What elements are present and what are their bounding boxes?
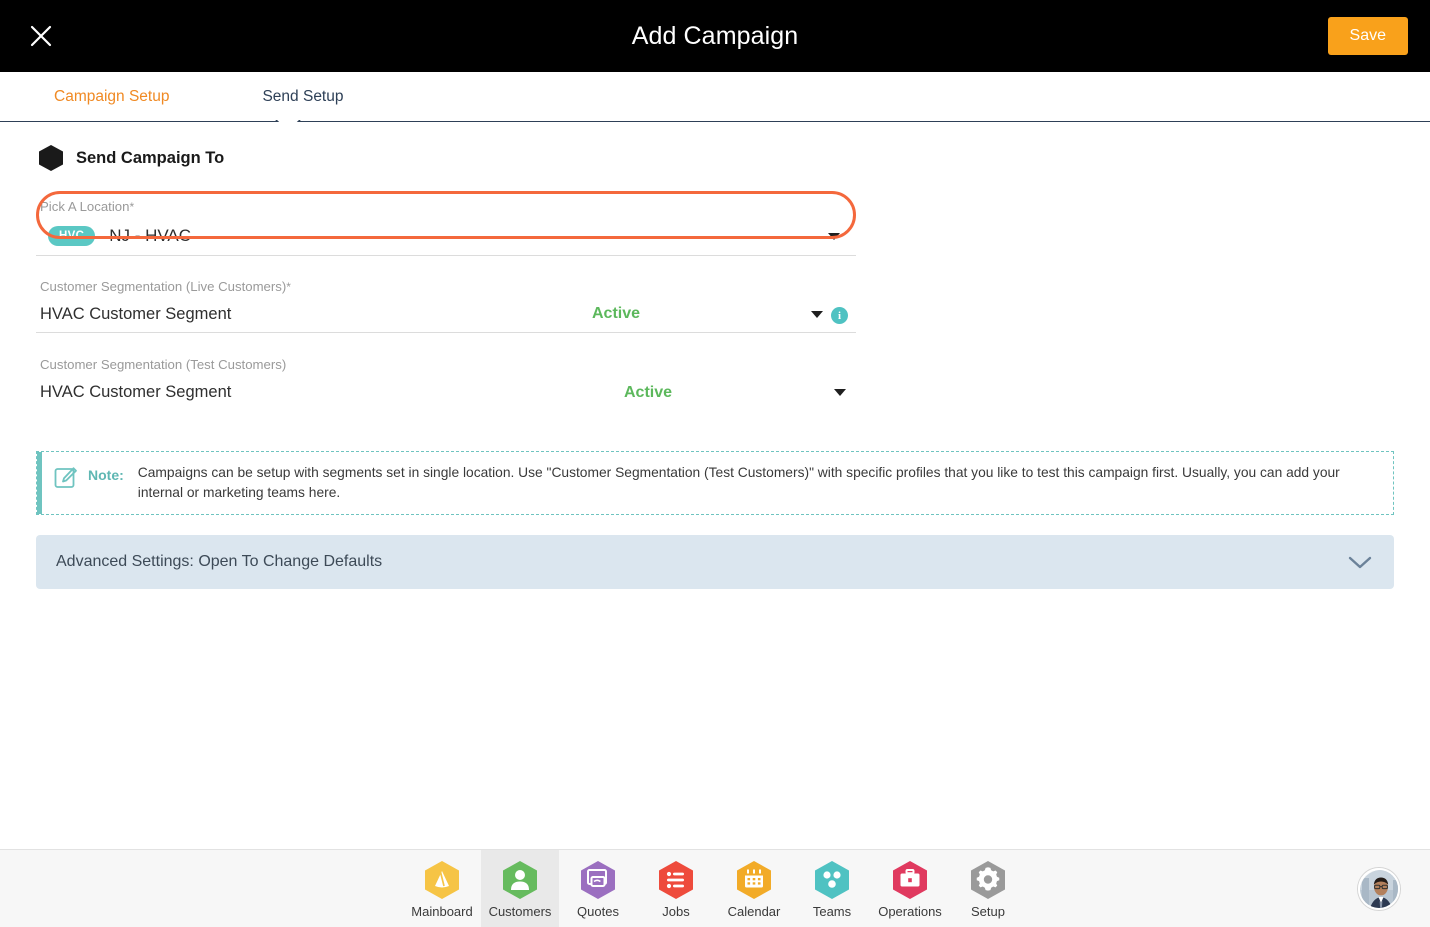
note-text: Campaigns can be setup with segments set… [137, 465, 1340, 500]
tab-send-setup[interactable]: Send Setup [258, 88, 347, 106]
live-segmentation-select[interactable]: HVAC Customer Segment Active i [36, 296, 856, 333]
bottom-nav-items: Mainboard Customers Quotes Jobs Calendar… [403, 850, 1027, 927]
page-title: Add Campaign [631, 21, 799, 50]
pick-a-location-label: Pick A Location* [40, 199, 135, 214]
hexagon-icon [39, 145, 63, 171]
campaign-form: Pick A Location* HVC NJ - HVAC Customer … [36, 186, 856, 411]
mainboard-icon [425, 861, 459, 899]
location-badge: HVC [48, 225, 96, 246]
advanced-settings-toggle[interactable]: Advanced Settings: Open To Change Defaul… [36, 535, 1394, 589]
setup-icon [971, 861, 1005, 899]
live-segmentation-caret-down-icon[interactable] [811, 311, 823, 318]
nav-label-setup: Setup [971, 904, 1005, 919]
live-segmentation-value: HVAC Customer Segment [40, 304, 232, 323]
field-test-segmentation: Customer Segmentation (Test Customers) H… [36, 333, 856, 411]
live-segmentation-status: Active [592, 305, 641, 322]
advanced-settings-label: Advanced Settings: Open To Change Defaul… [56, 553, 383, 570]
nav-label-customers: Customers [488, 904, 552, 919]
note-accent-bar [37, 452, 42, 514]
field-pick-a-location: Pick A Location* HVC NJ - HVAC [36, 186, 856, 256]
nav-item-calendar[interactable]: Calendar [715, 850, 793, 927]
nav-item-mainboard[interactable]: Mainboard [403, 850, 481, 927]
nav-label-jobs: Jobs [662, 904, 690, 919]
test-segmentation-select[interactable]: HVAC Customer Segment Active [36, 374, 856, 411]
nav-label-teams: Teams [812, 904, 852, 919]
tab-campaign-setup[interactable]: Campaign Setup [50, 88, 173, 106]
nav-label-operations: Operations [878, 904, 942, 919]
nav-item-setup[interactable]: Setup [949, 850, 1027, 927]
bottom-navigation: Mainboard Customers Quotes Jobs Calendar… [0, 849, 1430, 927]
quotes-icon [581, 861, 615, 899]
live-segmentation-info-icon[interactable]: i [831, 307, 848, 324]
nav-label-mainboard: Mainboard [411, 904, 473, 919]
note-label: Note: [88, 467, 124, 483]
live-segmentation-label: Customer Segmentation (Live Customers)* [40, 279, 291, 294]
section-header: Send Campaign To [36, 122, 1394, 172]
note-box: Note: Campaigns can be setup with segmen… [36, 451, 1394, 515]
calendar-icon [737, 861, 771, 899]
nav-item-jobs[interactable]: Jobs [637, 850, 715, 927]
nav-item-customers[interactable]: Customers [481, 850, 559, 927]
tab-bar: Campaign Setup Send Setup [0, 72, 1430, 132]
user-avatar[interactable] [1358, 867, 1400, 910]
location-value: NJ - HVAC [109, 225, 192, 245]
edit-note-icon [53, 465, 79, 496]
customers-icon [503, 861, 537, 899]
section-title: Send Campaign To [76, 148, 225, 167]
add-campaign-modal: Add Campaign Save Campaign Setup Send Se… [0, 0, 1430, 927]
location-caret-down-icon[interactable] [828, 233, 840, 240]
test-segmentation-caret-down-icon[interactable] [834, 389, 846, 396]
field-live-segmentation: Customer Segmentation (Live Customers)* … [36, 256, 856, 333]
nav-label-quotes: Quotes [577, 904, 619, 919]
operations-icon [893, 861, 927, 899]
test-segmentation-status: Active [624, 383, 673, 401]
nav-item-teams[interactable]: Teams [793, 850, 871, 927]
chevron-down-icon[interactable] [1346, 553, 1374, 571]
pick-a-location-select[interactable]: HVC NJ - HVAC [36, 216, 856, 256]
save-button[interactable]: Save [1327, 17, 1408, 55]
test-segmentation-label: Customer Segmentation (Test Customers) [40, 357, 287, 372]
close-icon [30, 25, 52, 47]
close-button[interactable] [24, 19, 58, 53]
test-segmentation-value: HVAC Customer Segment [40, 383, 232, 401]
teams-icon [815, 861, 849, 899]
nav-item-operations[interactable]: Operations [871, 850, 949, 927]
jobs-icon [659, 861, 693, 899]
nav-label-calendar: Calendar [727, 904, 781, 919]
modal-content: Send Campaign To Pick A Location* HVC NJ… [0, 122, 1430, 847]
nav-item-quotes[interactable]: Quotes [559, 850, 637, 927]
modal-titlebar: Add Campaign Save [0, 0, 1430, 72]
